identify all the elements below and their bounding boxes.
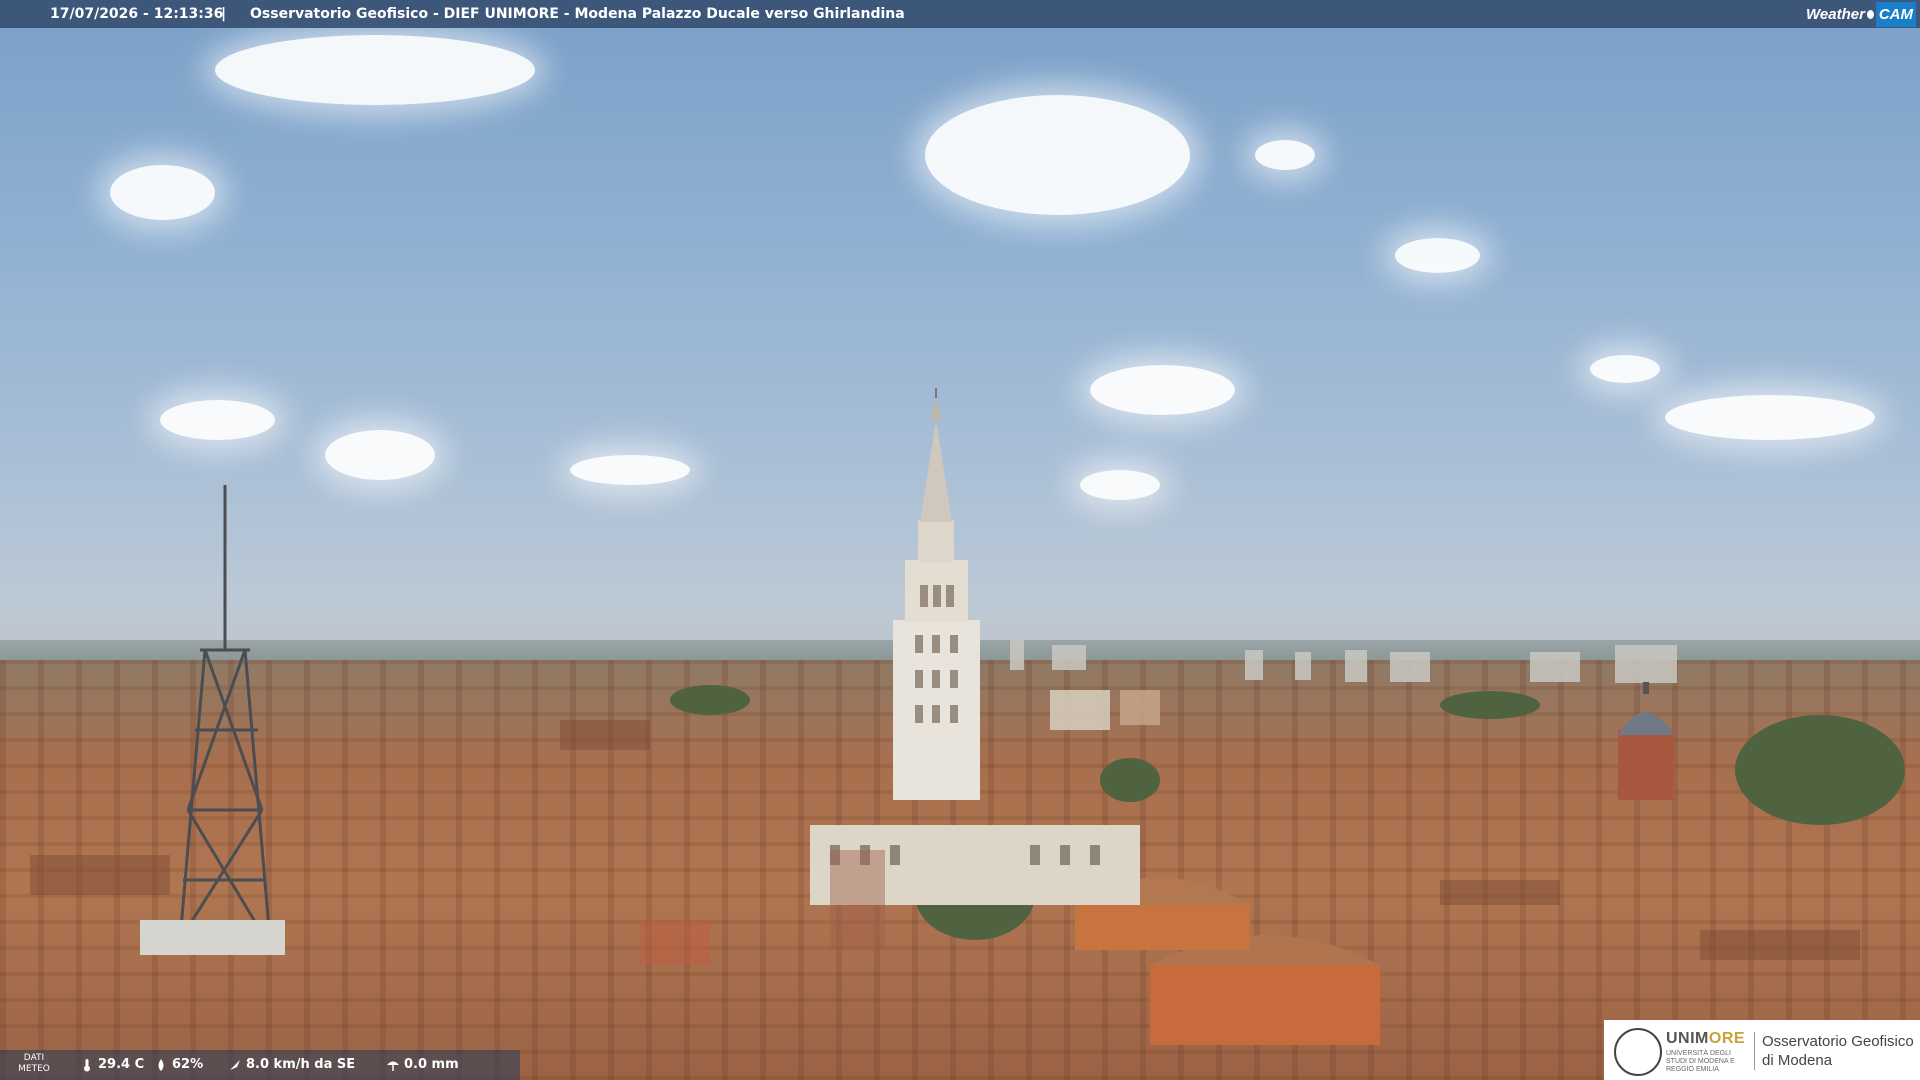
rain-reading: 0.0 mm [386, 1057, 459, 1072]
city-skyline [30, 388, 1905, 1045]
wind-reading: 8.0 km/h da SE [228, 1057, 355, 1072]
weather-data-bar: DATI METEO 29.4 C 62% 8.0 km/h da SE 0.0… [0, 1050, 520, 1080]
church-dome [1618, 682, 1674, 800]
caption-separator: | [221, 6, 227, 22]
radio-antenna [178, 485, 272, 941]
webcam-image [0, 0, 1920, 1080]
thermometer-icon [84, 1058, 90, 1071]
weathercam-logo: Weather CAM [1806, 0, 1920, 28]
observatory-name-line1: Osservatorio Geofisico [1762, 1033, 1914, 1050]
humidity-reading: 62% [154, 1057, 203, 1072]
logo-dot-icon [1866, 9, 1874, 19]
wind-vane-icon [230, 1059, 240, 1070]
camera-title: Osservatorio Geofisico - DIEF UNIMORE - … [250, 6, 905, 22]
university-name: UNIMORE [1666, 1030, 1746, 1047]
logo-divider [1754, 1032, 1755, 1070]
temperature-reading: 29.4 C [80, 1057, 144, 1072]
meteo-label: DATI METEO [18, 1053, 50, 1074]
university-subtitle: UNIVERSITÀ DEGLI STUDI DI MODENA E REGGI… [1666, 1050, 1735, 1073]
university-logo: UNIMORE UNIVERSITÀ DEGLI STUDI DI MODENA… [1604, 1020, 1920, 1080]
logo-weather-text: Weather [1806, 5, 1865, 23]
timestamp: 17/07/2026 - 12:13:36 [50, 6, 224, 22]
observatory-name-line2: di Modena [1762, 1052, 1833, 1069]
caption-bar: 17/07/2026 - 12:13:36 | Osservatorio Geo… [0, 0, 1920, 28]
logo-cam-text: CAM [1875, 1, 1916, 27]
university-seal-icon [1614, 1028, 1662, 1076]
ghirlandina-tower [893, 388, 980, 800]
rain-gauge-icon [387, 1061, 399, 1071]
humidity-drop-icon [158, 1058, 164, 1071]
